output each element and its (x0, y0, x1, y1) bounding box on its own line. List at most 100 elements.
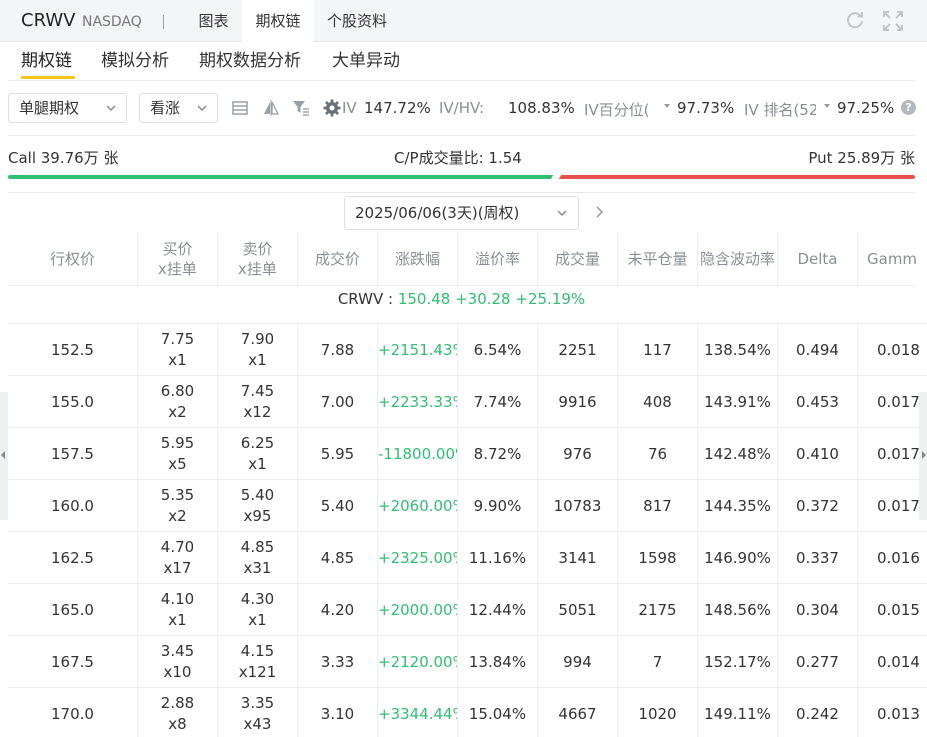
last-price-cell: 7.00 (298, 376, 378, 428)
col-delta[interactable]: Delta (778, 233, 858, 285)
col-change[interactable]: 涨跌幅 (378, 233, 458, 285)
filter-icon[interactable] (292, 99, 310, 117)
chevron-right-icon[interactable] (594, 205, 606, 219)
change-pct-cell: +2151.43% (378, 324, 458, 376)
size-value: x17 (163, 559, 192, 577)
price-value: 6.25 (240, 434, 275, 452)
size-value: x1 (168, 351, 187, 369)
caret-right-icon (922, 451, 926, 459)
gamma-cell: 0.015 (877, 601, 920, 619)
strike-cell: 160.0 (8, 480, 138, 532)
table-row[interactable]: 170.0 2.88 x8 3.35 x43 3.10 +3344.44% 15.04% 466… (8, 687, 927, 737)
premium-cell: 7.74% (458, 376, 538, 428)
help-icon[interactable]: ? (901, 100, 916, 115)
iv-percentile-label[interactable]: IV百分位( (584, 99, 656, 120)
active-tab-indicator (21, 76, 75, 79)
expand-icon[interactable] (882, 10, 904, 32)
price-value: 4.15 (240, 642, 275, 660)
refresh-icon[interactable] (844, 10, 866, 32)
col-label: 隐含波动率 (699, 250, 775, 268)
expiry-select[interactable]: 2025/06/06(3天)(周权) (344, 196, 579, 230)
iv-rank-label[interactable]: IV 排名(52 (744, 99, 816, 120)
table-row[interactable]: 160.0 5.35 x2 5.40 x95 5.40 +2060.00% 9.90% 1078… (8, 479, 927, 532)
scroll-right-button[interactable] (919, 392, 927, 520)
volume-cell: 5051 (538, 584, 618, 636)
change-pct-cell: +2000.00% (378, 584, 458, 636)
iv-label: IV (342, 99, 357, 117)
subtab-block-trades[interactable]: 大单异动 (332, 48, 400, 74)
strike-cell: 170.0 (8, 688, 138, 737)
underlying-change: +30.28 (455, 290, 511, 308)
premium-cell: 9.90% (458, 480, 538, 532)
caret-down-icon[interactable] (664, 104, 670, 108)
subtab-option-chain[interactable]: 期权链 (21, 48, 72, 74)
iv-rank-value: 97.25% (837, 99, 895, 117)
leg-type-value: 单腿期权 (19, 99, 80, 117)
col-last[interactable]: 成交价 (298, 233, 378, 285)
bid-cell: 6.80 x2 (138, 376, 218, 428)
size-value: x2 (168, 403, 187, 421)
volume-cell: 10783 (538, 480, 618, 532)
table-row[interactable]: 165.0 4.10 x1 4.30 x1 4.20 +2000.00% 12.44% 5051… (8, 583, 927, 636)
col-label: 涨跌幅 (394, 250, 440, 268)
leg-type-select[interactable]: 单腿期权 (8, 93, 127, 123)
tab-company-profile[interactable]: 个股资料 (314, 0, 400, 42)
table-row[interactable]: 157.55.95x56.25x15.95-11800.00%8.72%9767… (8, 427, 927, 480)
implied-volatility-cell: 146.90% (698, 532, 778, 584)
col-bid[interactable]: 买价 x挂单 (138, 233, 218, 285)
table-row[interactable]: 152.5 7.75 x1 7.90 x1 7.88 +2151.43% 6.54% 2251 1… (8, 323, 927, 376)
underlying-symbol: CRWV : (337, 290, 394, 308)
col-volume[interactable]: 成交量 (538, 233, 618, 285)
col-label: 成交价 (314, 250, 360, 268)
chevron-down-icon (557, 210, 567, 216)
ticker-symbol: CRWV (21, 10, 76, 31)
volume-cell: 4667 (538, 688, 618, 737)
chevron-down-icon (197, 105, 207, 111)
scroll-left-button[interactable] (0, 392, 8, 520)
table-row[interactable]: 162.5 4.70 x17 4.85 x31 4.85 +2325.00% 11.16% 31… (8, 531, 927, 584)
col-strike[interactable]: 行权价 (8, 233, 138, 285)
top-header: CRWV NASDAQ 图表 期权链 个股资料 (0, 0, 927, 43)
price-value: 4.10 (160, 590, 195, 608)
change-pct-cell: +3344.44% (378, 688, 458, 737)
delta-cell: 0.304 (778, 584, 858, 636)
last-price-cell: 3.33 (298, 636, 378, 688)
table-row[interactable]: 155.0 6.80 x2 7.45 x12 7.00 +2233.33% 7.74% 9916… (8, 375, 927, 428)
subtab-options-data-analysis[interactable]: 期权数据分析 (199, 48, 301, 74)
subtab-simulation[interactable]: 模拟分析 (101, 48, 169, 74)
col-premium[interactable]: 溢价率 (458, 233, 538, 285)
open-interest-cell: 1598 (618, 532, 698, 584)
change-pct-cell: +2120.00% (378, 636, 458, 688)
caret-left-icon (1, 451, 5, 459)
implied-volatility-cell: 144.35% (698, 480, 778, 532)
price-value: 7.45 (240, 382, 275, 400)
delta-cell: 0.337 (778, 532, 858, 584)
split-view-icon[interactable] (262, 99, 280, 117)
size-value: x8 (168, 715, 187, 733)
premium-cell: 8.72% (458, 428, 538, 480)
col-gamma[interactable]: Gamm (858, 233, 927, 285)
col-label: 卖价 x挂单 (238, 240, 277, 278)
price-value: 3.35 (240, 694, 275, 712)
col-open-interest[interactable]: 未平仓量 (618, 233, 698, 285)
table-row[interactable]: 167.5 3.45 x10 4.15 x121 3.33 +2120.00% 13.84% 9… (8, 635, 927, 688)
table-header: 行权价 买价 x挂单 卖价 x挂单 成交价 涨跌幅 溢价率 成交量 未平仓量 隐… (8, 233, 927, 285)
gamma-cell: 0.018 (877, 341, 920, 359)
gear-icon[interactable] (323, 99, 341, 117)
table-view-icon[interactable] (231, 99, 249, 117)
underlying-price-row: CRWV : 150.48 +30.28 +25.19% (8, 285, 915, 323)
open-interest-cell: 1020 (618, 688, 698, 737)
tab-chart[interactable]: 图表 (185, 0, 242, 42)
price-value: 2.88 (160, 694, 195, 712)
direction-select[interactable]: 看涨 (139, 93, 218, 123)
implied-volatility-cell: 143.91% (698, 376, 778, 428)
col-implied-volatility[interactable]: 隐含波动率 (698, 233, 778, 285)
col-ask[interactable]: 卖价 x挂单 (218, 233, 298, 285)
tab-option-chain[interactable]: 期权链 (242, 0, 314, 43)
divider (8, 135, 915, 136)
underlying-change-pct: +25.19% (515, 290, 586, 308)
premium-cell: 11.16% (458, 532, 538, 584)
divider (8, 192, 915, 193)
caret-down-icon[interactable] (824, 104, 830, 108)
delta-cell: 0.494 (778, 324, 858, 376)
